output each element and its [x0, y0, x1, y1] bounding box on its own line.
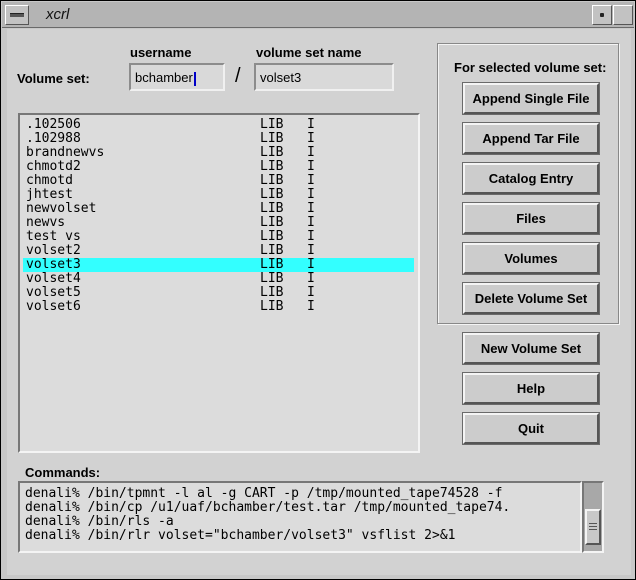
xcrl-window: xcrl username volume set name Volume set…: [0, 0, 636, 580]
volume-set-type: LIB: [260, 145, 284, 160]
username-value: bchamber: [135, 70, 193, 85]
volume-set-type: LIB: [260, 131, 284, 146]
volume-set-name: brandnewvs: [26, 145, 105, 160]
command-line: denali% /bin/tpmnt -l al -g CART -p /tmp…: [25, 486, 503, 501]
quit-button[interactable]: Quit: [463, 413, 599, 444]
volume-set-type: LIB: [260, 117, 284, 132]
command-line: denali% /bin/cp /u1/uaf/bchamber/test.ta…: [25, 500, 511, 515]
list-item[interactable]: volset5 LIB I: [20, 286, 418, 300]
volume-set-type: LIB: [260, 187, 284, 202]
list-item[interactable]: volset3 LIB I: [23, 258, 414, 272]
group-title: For selected volume set:: [454, 60, 607, 75]
volume-set-name: jhtest: [26, 187, 73, 202]
list-item[interactable]: .102506 LIB I: [20, 118, 418, 132]
volume-set-mode: I: [307, 243, 315, 258]
window-menu-button[interactable]: [5, 5, 29, 25]
volume-set-type: LIB: [260, 201, 284, 216]
list-item[interactable]: test vs LIB I: [20, 230, 418, 244]
new-volume-set-button[interactable]: New Volume Set: [463, 333, 599, 364]
text-cursor: [193, 71, 196, 86]
append-single-file-button[interactable]: Append Single File: [463, 83, 599, 114]
volume-set-name: .102506: [26, 117, 81, 132]
commands-label: Commands:: [25, 465, 101, 480]
thumb-grip-line: [589, 523, 597, 524]
username-label: username: [130, 45, 192, 60]
volume-set-mode: I: [307, 271, 315, 286]
separator-slash: /: [235, 65, 241, 87]
commands-output[interactable]: denali% /bin/tpmnt -l al -g CART -p /tmp…: [18, 481, 582, 553]
thumb-grip-line: [589, 526, 597, 527]
append-tar-file-button[interactable]: Append Tar File: [463, 123, 599, 154]
commands-scrollbar[interactable]: [582, 481, 604, 553]
volumes-button[interactable]: Volumes: [463, 243, 599, 274]
volume-set-name: volset4: [26, 271, 81, 286]
volume-set-type: LIB: [260, 229, 284, 244]
volume-set-mode: I: [307, 145, 315, 160]
list-item[interactable]: newvs LIB I: [20, 216, 418, 230]
volume-set-type: LIB: [260, 285, 284, 300]
volume-set-mode: I: [307, 257, 315, 272]
list-item[interactable]: chmotd LIB I: [20, 174, 418, 188]
list-item[interactable]: chmotd2 LIB I: [20, 160, 418, 174]
minimize-button[interactable]: [592, 5, 612, 25]
window-menu-icon: [10, 13, 24, 17]
thumb-grip-line: [589, 529, 597, 530]
volume-set-mode: I: [307, 117, 315, 132]
scrollbar-thumb[interactable]: [585, 509, 601, 545]
volume-set-type: LIB: [260, 271, 284, 286]
volume-set-mode: I: [307, 229, 315, 244]
volume-set-type: LIB: [260, 257, 284, 272]
username-field[interactable]: bchamber: [129, 63, 225, 91]
list-item[interactable]: .102988 LIB I: [20, 132, 418, 146]
volume-set-name: .102988: [26, 131, 81, 146]
volume-set-name-field[interactable]: volset3: [254, 63, 394, 91]
list-item[interactable]: volset6 LIB I: [20, 300, 418, 314]
volume-set-name: volset2: [26, 243, 81, 258]
catalog-entry-button[interactable]: Catalog Entry: [463, 163, 599, 194]
volume-set-mode: I: [307, 201, 315, 216]
title-bar[interactable]: xcrl: [2, 2, 634, 28]
volume-set-type: LIB: [260, 173, 284, 188]
list-item[interactable]: jhtest LIB I: [20, 188, 418, 202]
volume-set-name: volset3: [26, 257, 81, 272]
list-item[interactable]: brandnewvs LIB I: [20, 146, 418, 160]
volume-set-name: test vs: [26, 229, 81, 244]
command-line: denali% /bin/rls -a: [25, 514, 174, 529]
help-button[interactable]: Help: [463, 373, 599, 404]
volume-set-name-value: volset3: [260, 70, 302, 85]
volume-set-name: newvs: [26, 215, 66, 230]
command-line: denali% /bin/rlr volset="bchamber/volset…: [25, 528, 456, 543]
maximize-button[interactable]: [613, 5, 633, 25]
volume-set-mode: I: [307, 215, 315, 230]
volume-set-name: chmotd: [26, 173, 73, 188]
volume-set-mode: I: [307, 173, 315, 188]
volume-set-list[interactable]: .102506 LIB I .102988 LIB Ibrandnewvs LIB Ichmo…: [18, 113, 420, 453]
volume-set-mode: I: [307, 159, 315, 174]
volume-set-mode: I: [307, 187, 315, 202]
volume-set-type: LIB: [260, 299, 284, 314]
volume-set-mode: I: [307, 131, 315, 146]
volume-set-name: volset5: [26, 285, 81, 300]
list-item[interactable]: volset2 LIB I: [20, 244, 418, 258]
list-item[interactable]: volset4 LIB I: [20, 272, 418, 286]
volume-set-label: Volume set:: [17, 71, 90, 86]
volume-set-type: LIB: [260, 159, 284, 174]
volume-set-name: chmotd2: [26, 159, 81, 174]
volume-set-mode: I: [307, 285, 315, 300]
client-area: username volume set name Volume set: bch…: [7, 29, 631, 575]
delete-volume-set-button[interactable]: Delete Volume Set: [463, 283, 599, 314]
volume-set-name: volset6: [26, 299, 81, 314]
volume-set-name: newvolset: [26, 201, 97, 216]
files-button[interactable]: Files: [463, 203, 599, 234]
volume-set-type: LIB: [260, 243, 284, 258]
volume-set-mode: I: [307, 299, 315, 314]
list-item[interactable]: newvolset LIB I: [20, 202, 418, 216]
minimize-icon: [600, 13, 604, 17]
volume-set-type: LIB: [260, 215, 284, 230]
window-title: xcrl: [46, 6, 70, 23]
volume-set-name-label: volume set name: [256, 45, 362, 60]
